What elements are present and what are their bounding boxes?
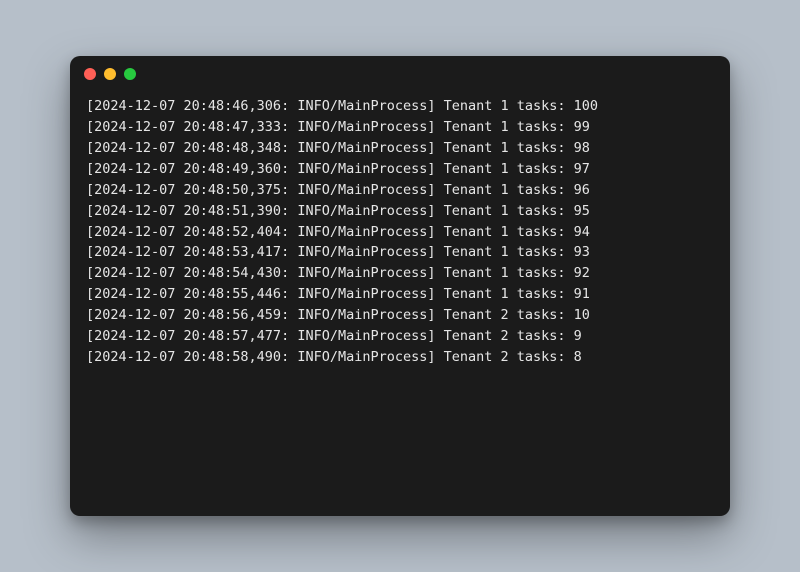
log-prefix: [2024-12-07 20:48:46,306: INFO/MainProce… xyxy=(86,98,436,114)
log-message: Tenant 1 tasks: 98 xyxy=(436,140,590,156)
terminal-window: [2024-12-07 20:48:46,306: INFO/MainProce… xyxy=(70,56,730,516)
log-prefix: [2024-12-07 20:48:55,446: INFO/MainProce… xyxy=(86,286,436,302)
log-prefix: [2024-12-07 20:48:50,375: INFO/MainProce… xyxy=(86,182,436,198)
log-prefix: [2024-12-07 20:48:53,417: INFO/MainProce… xyxy=(86,244,436,260)
log-message: Tenant 1 tasks: 93 xyxy=(436,244,590,260)
log-message: Tenant 2 tasks: 10 xyxy=(436,307,590,323)
log-line: [2024-12-07 20:48:56,459: INFO/MainProce… xyxy=(86,305,714,326)
log-prefix: [2024-12-07 20:48:47,333: INFO/MainProce… xyxy=(86,119,436,135)
log-prefix: [2024-12-07 20:48:48,348: INFO/MainProce… xyxy=(86,140,436,156)
log-message: Tenant 1 tasks: 94 xyxy=(436,224,590,240)
log-line: [2024-12-07 20:48:55,446: INFO/MainProce… xyxy=(86,284,714,305)
log-line: [2024-12-07 20:48:46,306: INFO/MainProce… xyxy=(86,96,714,117)
log-message: Tenant 2 tasks: 9 xyxy=(436,328,582,344)
log-line: [2024-12-07 20:48:52,404: INFO/MainProce… xyxy=(86,222,714,243)
log-prefix: [2024-12-07 20:48:54,430: INFO/MainProce… xyxy=(86,265,436,281)
log-message: Tenant 1 tasks: 100 xyxy=(436,98,599,114)
log-prefix: [2024-12-07 20:48:58,490: INFO/MainProce… xyxy=(86,349,436,365)
close-icon[interactable] xyxy=(84,68,96,80)
log-message: Tenant 1 tasks: 96 xyxy=(436,182,590,198)
log-message: Tenant 1 tasks: 97 xyxy=(436,161,590,177)
log-line: [2024-12-07 20:48:48,348: INFO/MainProce… xyxy=(86,138,714,159)
log-message: Tenant 1 tasks: 95 xyxy=(436,203,590,219)
log-line: [2024-12-07 20:48:54,430: INFO/MainProce… xyxy=(86,263,714,284)
log-prefix: [2024-12-07 20:48:56,459: INFO/MainProce… xyxy=(86,307,436,323)
log-prefix: [2024-12-07 20:48:52,404: INFO/MainProce… xyxy=(86,224,436,240)
terminal-output: [2024-12-07 20:48:46,306: INFO/MainProce… xyxy=(70,92,730,516)
log-prefix: [2024-12-07 20:48:57,477: INFO/MainProce… xyxy=(86,328,436,344)
minimize-icon[interactable] xyxy=(104,68,116,80)
log-prefix: [2024-12-07 20:48:51,390: INFO/MainProce… xyxy=(86,203,436,219)
zoom-icon[interactable] xyxy=(124,68,136,80)
log-line: [2024-12-07 20:48:53,417: INFO/MainProce… xyxy=(86,242,714,263)
window-titlebar xyxy=(70,56,730,92)
log-message: Tenant 1 tasks: 91 xyxy=(436,286,590,302)
log-message: Tenant 2 tasks: 8 xyxy=(436,349,582,365)
log-line: [2024-12-07 20:48:57,477: INFO/MainProce… xyxy=(86,326,714,347)
log-message: Tenant 1 tasks: 92 xyxy=(436,265,590,281)
log-line: [2024-12-07 20:48:50,375: INFO/MainProce… xyxy=(86,180,714,201)
log-message: Tenant 1 tasks: 99 xyxy=(436,119,590,135)
log-line: [2024-12-07 20:48:47,333: INFO/MainProce… xyxy=(86,117,714,138)
log-prefix: [2024-12-07 20:48:49,360: INFO/MainProce… xyxy=(86,161,436,177)
log-line: [2024-12-07 20:48:58,490: INFO/MainProce… xyxy=(86,347,714,368)
log-line: [2024-12-07 20:48:49,360: INFO/MainProce… xyxy=(86,159,714,180)
log-line: [2024-12-07 20:48:51,390: INFO/MainProce… xyxy=(86,201,714,222)
